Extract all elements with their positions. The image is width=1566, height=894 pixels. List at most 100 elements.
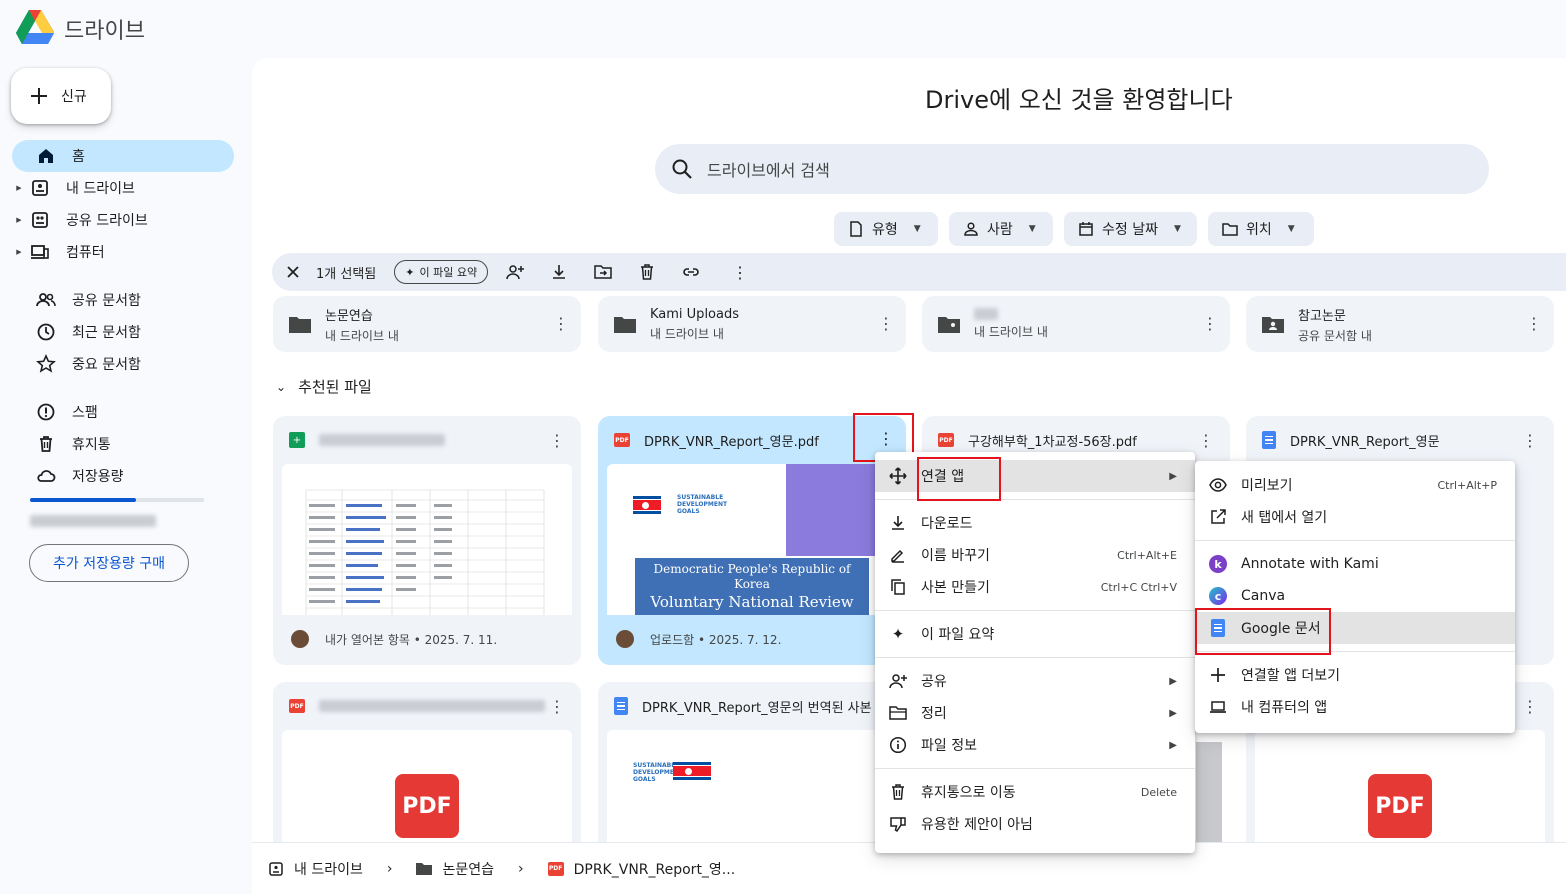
more-icon[interactable]: ⋮ (1522, 431, 1538, 450)
app-title: 드라이브 (64, 19, 145, 44)
menu-item-rename[interactable]: 이름 바꾸기 Ctrl+Alt+E (875, 539, 1195, 571)
folder-card[interactable]: 참고논문 공유 문서함 내 ⋮ (1246, 296, 1554, 352)
menu-item-more-apps[interactable]: 연결할 앱 더보기 (1195, 659, 1515, 691)
search-input[interactable]: 드라이브에서 검색 (655, 144, 1489, 194)
menu-shortcut: Ctrl+Alt+P (1437, 478, 1497, 492)
menu-item-label: 새 탭에서 열기 (1241, 510, 1328, 526)
sidebar-item-label: 홈 (72, 149, 85, 165)
link-icon[interactable] (682, 263, 700, 281)
menu-item-label: 휴지통으로 이동 (921, 785, 1016, 801)
breadcrumb-item[interactable]: 내 드라이브 (294, 859, 363, 879)
sidebar-item-shared-with-me[interactable]: 공유 문서함 (12, 284, 234, 316)
sidebar-item-starred[interactable]: 중요 문서함 (12, 348, 234, 380)
move-icon[interactable] (594, 263, 612, 281)
menu-item-download[interactable]: 다운로드 (875, 507, 1195, 539)
sidebar-item-my-drive[interactable]: ▶ 내 드라이브 (12, 172, 234, 204)
filter-people-label: 사람 (987, 222, 1013, 238)
buy-storage-button[interactable]: 추가 저장용량 구매 (29, 544, 189, 582)
more-icon[interactable]: ⋮ (553, 314, 569, 333)
sidebar-item-computers[interactable]: ▶ 컴퓨터 (12, 236, 234, 268)
thumbs-down-icon (889, 815, 907, 833)
file-card[interactable]: + ⋮ 내가 열어본 항목 • 2025. 7. 11. (273, 416, 581, 665)
filter-location[interactable]: 위치 ▼ (1208, 212, 1314, 246)
folder-name: Kami Uploads (650, 306, 739, 322)
folder-card[interactable]: 논문연습 내 드라이브 내 ⋮ (273, 296, 581, 352)
menu-item-summarize[interactable]: ✦ 이 파일 요약 (875, 618, 1195, 650)
menu-item-open-new-tab[interactable]: 새 탭에서 열기 (1195, 501, 1515, 533)
folder-icon (289, 315, 311, 333)
filter-modified[interactable]: 수정 날짜 ▼ (1064, 212, 1197, 246)
menu-item-make-copy[interactable]: 사본 만들기 Ctrl+C Ctrl+V (875, 571, 1195, 603)
folder-name (974, 308, 998, 320)
eye-icon (1209, 476, 1227, 494)
chevron-right-icon: › (386, 860, 393, 877)
menu-item-label: 이 파일 요약 (921, 627, 995, 643)
recommended-title: 추천된 파일 (298, 378, 372, 396)
drive-logo-icon[interactable] (16, 10, 54, 44)
pdf-large-icon: PDF (1368, 774, 1432, 838)
summarize-chip[interactable]: ✦ 이 파일 요약 (394, 260, 489, 284)
folder-outline-icon (1222, 221, 1238, 237)
folder-card[interactable]: 내 드라이브 내 ⋮ (922, 296, 1230, 352)
breadcrumb-item[interactable]: DPRK_VNR_Report_영... (574, 859, 736, 879)
chevron-down-icon: ⌄ (276, 379, 287, 394)
menu-item-kami[interactable]: k Annotate with Kami (1195, 548, 1515, 580)
menu-item-computer-apps[interactable]: 내 컴퓨터의 앱 (1195, 691, 1515, 723)
file-thumbnail: SUSTAINABLE DEVELOPMENT GOALS Democratic… (607, 464, 897, 615)
laptop-icon (1209, 698, 1227, 716)
trash-icon (889, 783, 907, 801)
expand-arrow-icon[interactable]: ▶ (12, 248, 26, 256)
expand-arrow-icon[interactable]: ▶ (12, 216, 26, 224)
move-arrows-icon (889, 467, 907, 485)
recommended-section-header[interactable]: ⌄ 추천된 파일 (276, 376, 372, 397)
more-icon[interactable]: ⋮ (1198, 431, 1214, 450)
menu-item-label: 미리보기 (1241, 478, 1293, 494)
more-icon[interactable]: ⋮ (878, 314, 894, 333)
selection-count: 1개 선택됨 (316, 266, 377, 282)
thumb-text: Democratic People's Republic of (653, 562, 851, 576)
menu-item-label: 다운로드 (921, 516, 973, 532)
delete-icon[interactable] (638, 263, 656, 281)
copy-icon (889, 578, 907, 596)
more-icon[interactable]: ⋮ (1522, 697, 1538, 716)
expand-arrow-icon[interactable]: ▶ (12, 184, 26, 192)
close-icon[interactable] (284, 263, 302, 281)
open-in-new-icon (1209, 508, 1227, 526)
folder-open-icon (889, 704, 907, 722)
menu-item-move-to-trash[interactable]: 휴지통으로 이동 Delete (875, 776, 1195, 808)
download-icon[interactable] (550, 263, 568, 281)
docs-icon (614, 697, 628, 715)
filter-type[interactable]: 유형 ▼ (834, 212, 938, 246)
share-person-add-icon[interactable] (506, 263, 525, 281)
menu-item-label: 정리 (921, 706, 947, 722)
sidebar-item-spam[interactable]: 스팸 (12, 396, 234, 428)
more-actions-icon[interactable]: ⋮ (732, 263, 748, 282)
info-icon (889, 736, 907, 754)
breadcrumb-item[interactable]: 논문연습 (442, 859, 494, 879)
sidebar-item-trash[interactable]: 휴지통 (12, 428, 234, 460)
filter-modified-label: 수정 날짜 (1102, 222, 1158, 238)
menu-item-share[interactable]: 공유 ▶ (875, 665, 1195, 697)
download-icon (889, 514, 907, 532)
menu-item-preview[interactable]: 미리보기 Ctrl+Alt+P (1195, 469, 1515, 501)
sidebar-item-recent[interactable]: 최근 문서함 (12, 316, 234, 348)
more-icon[interactable]: ⋮ (549, 431, 565, 450)
folder-card[interactable]: Kami Uploads 내 드라이브 내 ⋮ (598, 296, 906, 352)
filter-people[interactable]: 사람 ▼ (949, 212, 1053, 246)
sidebar-item-storage[interactable]: 저장용량 (12, 460, 234, 492)
context-menu: 연결 앱 ▶ 다운로드 이름 바꾸기 Ctrl+Alt+E 사본 만들기 Ctr… (875, 452, 1195, 853)
flag-icon (673, 762, 711, 780)
sidebar-item-shared-drives[interactable]: ▶ 공유 드라이브 (12, 204, 234, 236)
new-button[interactable]: 신규 (11, 68, 111, 124)
menu-item-organize[interactable]: 정리 ▶ (875, 697, 1195, 729)
sparkle-icon: ✦ (405, 265, 415, 279)
more-icon[interactable]: ⋮ (1526, 314, 1542, 333)
sidebar-item-home[interactable]: 홈 (12, 140, 234, 172)
menu-shortcut: Delete (1140, 785, 1177, 799)
more-icon[interactable]: ⋮ (1202, 314, 1218, 333)
more-icon[interactable]: ⋮ (549, 697, 565, 716)
folder-icon (416, 862, 433, 875)
menu-item-not-helpful[interactable]: 유용한 제안이 아님 (875, 808, 1195, 840)
file-icon (848, 221, 864, 237)
menu-item-file-info[interactable]: 파일 정보 ▶ (875, 729, 1195, 761)
